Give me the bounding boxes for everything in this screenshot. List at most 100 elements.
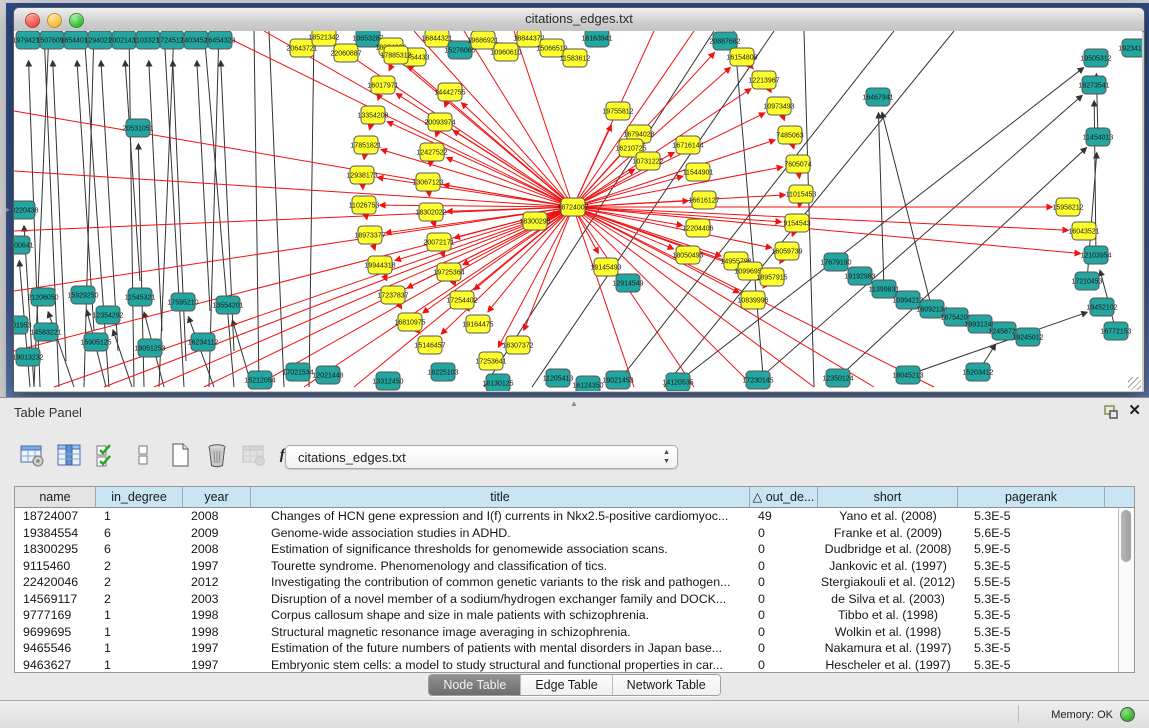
graph-node[interactable]: 15929250 xyxy=(67,286,98,304)
graph-node[interactable]: 17021534 xyxy=(282,363,313,381)
graph-node[interactable]: 17851821 xyxy=(350,136,381,154)
unselect-all-columns-icon[interactable] xyxy=(129,441,157,469)
memory-indicator[interactable]: Memory: OK xyxy=(1051,701,1135,728)
column-header-short[interactable]: short xyxy=(818,487,958,508)
graph-node[interactable]: 18521342 xyxy=(308,31,339,46)
graph-node[interactable]: 17230145 xyxy=(742,371,773,389)
close-window-button[interactable] xyxy=(25,13,40,28)
scrollbar-thumb[interactable] xyxy=(1121,510,1131,562)
graph-node[interactable]: 12427522 xyxy=(416,143,447,161)
graph-node[interactable]: 16454323 xyxy=(204,31,235,49)
panel-divider-grip[interactable]: ▲ xyxy=(570,399,578,408)
graph-node[interactable]: 16234112 xyxy=(188,333,219,351)
tab-edge-table[interactable]: Edge Table xyxy=(521,675,612,695)
graph-node[interactable]: 19505312 xyxy=(1080,49,1111,67)
graph-node[interactable]: 11544901 xyxy=(683,163,714,181)
graph-node[interactable]: 19192983 xyxy=(844,267,875,285)
graph-node[interactable]: 19452102 xyxy=(1086,298,1117,316)
graph-node[interactable]: 16154808 xyxy=(726,48,757,66)
graph-node[interactable]: 12938173 xyxy=(346,166,377,184)
table-row[interactable]: 977716911998Corpus callosum shape and si… xyxy=(15,607,1119,624)
column-header-out_degree[interactable]: △ out_de... xyxy=(750,487,818,508)
graph-node[interactable]: 16772153 xyxy=(1100,322,1131,340)
network-window-titlebar[interactable]: citations_edges.txt xyxy=(14,8,1144,32)
network-canvas-svg[interactable]: 1979421315076092185440121294021320021432… xyxy=(14,31,1142,391)
minimize-window-button[interactable] xyxy=(47,13,62,28)
vertical-scrollbar[interactable] xyxy=(1118,508,1134,672)
table-row[interactable]: 1456911722003Disruption of a novel membe… xyxy=(15,591,1119,608)
graph-node[interactable]: 11545321 xyxy=(125,288,156,306)
graph-node[interactable]: 12103954 xyxy=(1080,246,1111,264)
graph-node[interactable]: 11026753 xyxy=(349,196,380,214)
graph-node[interactable]: 19021453 xyxy=(602,371,633,389)
graph-node[interactable]: 15146457 xyxy=(414,336,445,354)
graph-node[interactable]: 16043521 xyxy=(1068,222,1099,240)
graph-node[interactable]: 21206050 xyxy=(27,288,58,306)
graph-node[interactable]: 18045213 xyxy=(892,366,923,384)
graph-node[interactable]: 20531051 xyxy=(122,119,153,137)
tab-node-table[interactable]: Node Table xyxy=(429,675,521,695)
graph-node[interactable]: 19013232 xyxy=(14,348,44,366)
graph-node[interactable]: 18957915 xyxy=(756,268,787,286)
delete-column-icon[interactable] xyxy=(203,441,231,469)
select-all-columns-icon[interactable] xyxy=(92,441,120,469)
graph-node[interactable]: 16716144 xyxy=(672,136,703,154)
column-header-name[interactable]: name xyxy=(15,487,96,508)
float-window-icon[interactable] xyxy=(1101,404,1119,420)
table-row[interactable]: 1830029562008Estimation of significance … xyxy=(15,541,1119,558)
graph-node[interactable]: 17679190 xyxy=(820,253,851,271)
graph-node[interactable]: 19245012 xyxy=(1012,328,1043,346)
graph-node[interactable]: 17253641 xyxy=(475,352,506,370)
graph-node[interactable]: 10960610 xyxy=(490,43,521,61)
table-row[interactable]: 911546021997Tourette syndrome. Phenomeno… xyxy=(15,558,1119,575)
graph-node[interactable]: 16810975 xyxy=(394,313,425,331)
graph-node[interactable]: 22060887 xyxy=(330,44,361,62)
graph-node[interactable]: 18130125 xyxy=(482,374,513,391)
graph-node[interactable]: 18302022 xyxy=(415,203,446,221)
graph-node[interactable]: 14120535 xyxy=(662,373,693,391)
graph-node[interactable]: 11205413 xyxy=(543,369,574,387)
graph-node[interactable]: 18973377 xyxy=(354,226,385,244)
graph-node[interactable]: 19051253 xyxy=(134,339,165,357)
graph-node[interactable]: 12213967 xyxy=(748,71,779,89)
graph-node[interactable]: 12021448 xyxy=(312,366,343,384)
tab-network-table[interactable]: Network Table xyxy=(613,675,720,695)
graph-node[interactable]: 20072171 xyxy=(423,233,454,251)
graph-node[interactable]: 13067123 xyxy=(412,173,443,191)
graph-node[interactable]: 16017971 xyxy=(367,76,398,94)
graph-node[interactable]: 7485063 xyxy=(776,126,803,144)
graph-node[interactable]: 15905125 xyxy=(80,333,111,351)
graph-node[interactable]: 19145493 xyxy=(590,258,621,276)
graph-node[interactable]: 18273541 xyxy=(1078,76,1109,94)
graph-node[interactable]: 16616127 xyxy=(688,191,719,209)
graph-node[interactable]: 18300295 xyxy=(519,212,550,230)
table-row[interactable]: 969969511998Structural magnetic resonanc… xyxy=(15,624,1119,641)
graph-node[interactable]: 18724007 xyxy=(557,198,588,216)
table-row[interactable]: 946362711997Embryonic stem cells: a mode… xyxy=(15,657,1119,674)
table-row[interactable]: 1938455462009Genome-wide association stu… xyxy=(15,525,1119,542)
graph-node[interactable]: 15212054 xyxy=(244,371,275,389)
graph-node[interactable]: 11583612 xyxy=(560,49,591,67)
table-selector-dropdown[interactable]: citations_edges.txt ▲▼ xyxy=(285,445,678,469)
graph-node[interactable]: 18050493 xyxy=(672,246,703,264)
graph-node[interactable]: 19944318 xyxy=(364,256,395,274)
column-header-year[interactable]: year xyxy=(183,487,251,508)
table-row[interactable]: 1872400712008Changes of HCN gene express… xyxy=(15,508,1119,525)
graph-node[interactable]: 15203412 xyxy=(962,363,993,381)
graph-node[interactable]: 12204406 xyxy=(682,219,713,237)
graph-node[interactable]: 20093974 xyxy=(424,113,455,131)
graph-node[interactable]: 10839996 xyxy=(737,291,768,309)
graph-node[interactable]: 19755812 xyxy=(602,102,633,120)
graph-node[interactable]: 10731222 xyxy=(632,152,663,170)
graph-node[interactable]: 16225103 xyxy=(427,363,458,381)
graph-node[interactable]: 9154543 xyxy=(783,214,810,232)
table-mode-icon[interactable] xyxy=(18,441,46,469)
graph-node[interactable]: 19164475 xyxy=(462,315,493,333)
create-column-icon[interactable] xyxy=(166,441,194,469)
graph-node[interactable]: 18163941 xyxy=(581,31,612,47)
graph-node[interactable]: 14442755 xyxy=(434,83,465,101)
graph-node[interactable]: 18307372 xyxy=(502,336,533,354)
zoom-window-button[interactable] xyxy=(69,13,84,28)
graph-node[interactable]: 13354208 xyxy=(357,106,388,124)
column-header-title[interactable]: title xyxy=(251,487,750,508)
